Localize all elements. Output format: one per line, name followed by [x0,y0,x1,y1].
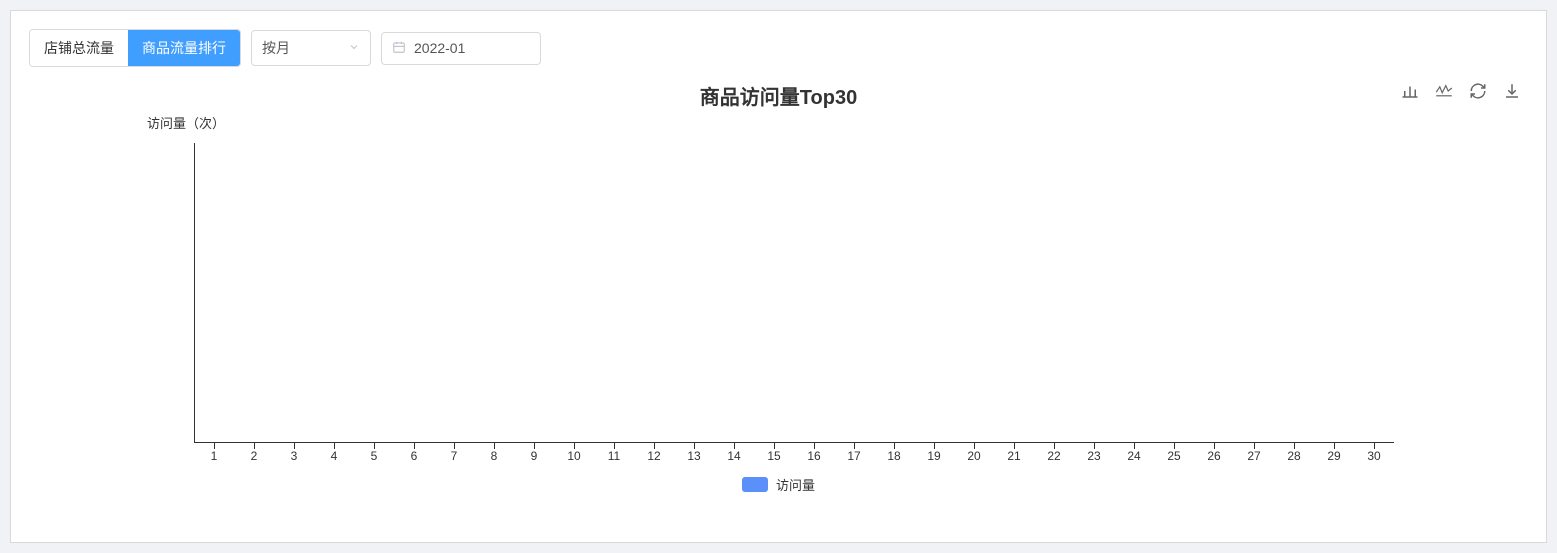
legend-label: 访问量 [776,475,815,494]
x-tick: 19 [914,449,954,463]
x-tick: 5 [354,449,394,463]
x-tick: 6 [394,449,434,463]
toolbar: 店铺总流量 商品流量排行 按月 2022-01 [29,29,1528,67]
x-tick: 15 [754,449,794,463]
x-tick: 29 [1314,449,1354,463]
x-tick: 26 [1194,449,1234,463]
x-tick: 21 [994,449,1034,463]
period-select[interactable]: 按月 [251,30,371,66]
line-chart-icon[interactable] [1434,81,1454,101]
chart-toolbox [1400,81,1522,101]
legend-swatch [742,477,768,492]
x-tick: 23 [1074,449,1114,463]
x-tick: 24 [1114,449,1154,463]
x-tick: 20 [954,449,994,463]
refresh-icon[interactable] [1468,81,1488,101]
x-tick: 9 [514,449,554,463]
x-tick: 16 [794,449,834,463]
x-tick: 14 [714,449,754,463]
download-icon[interactable] [1502,81,1522,101]
x-axis-ticks: 1234567891011121314151617181920212223242… [194,449,1394,463]
period-select-label: 按月 [262,38,290,58]
tab-product-rank[interactable]: 商品流量排行 [128,30,240,66]
month-picker[interactable]: 2022-01 [381,32,541,65]
x-tick: 8 [474,449,514,463]
x-tick: 27 [1234,449,1274,463]
x-tick: 17 [834,449,874,463]
x-tick: 30 [1354,449,1394,463]
x-tick: 1 [194,449,234,463]
x-tick: 25 [1154,449,1194,463]
calendar-icon [392,40,406,57]
legend: 访问量 [29,475,1528,494]
tab-group: 店铺总流量 商品流量排行 [29,29,241,67]
chart-panel: 店铺总流量 商品流量排行 按月 2022-01 商品访问量Top30 [10,10,1547,543]
x-tick: 3 [274,449,314,463]
x-tick: 18 [874,449,914,463]
x-tick: 4 [314,449,354,463]
chart-title: 商品访问量Top30 [29,73,1528,110]
bar-chart-icon[interactable] [1400,81,1420,101]
x-tick: 28 [1274,449,1314,463]
chart-area: 商品访问量Top30 访问量（次） 1234567891011121314151… [29,73,1528,513]
x-tick: 11 [594,449,634,463]
x-tick: 22 [1034,449,1074,463]
x-tick: 10 [554,449,594,463]
tab-store-total[interactable]: 店铺总流量 [30,30,128,66]
x-tick: 2 [234,449,274,463]
month-picker-value: 2022-01 [414,40,465,56]
plot-area [194,143,1394,443]
y-axis-line [194,143,195,443]
chevron-down-icon [348,40,360,56]
x-tick: 12 [634,449,674,463]
y-axis-label: 访问量（次） [147,113,225,132]
x-tick: 7 [434,449,474,463]
x-tick: 13 [674,449,714,463]
